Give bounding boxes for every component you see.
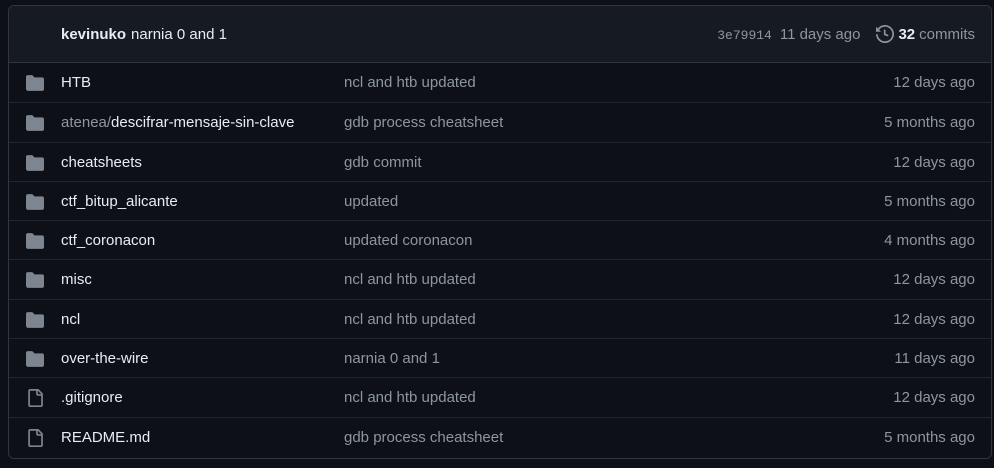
file-name-text[interactable]: ctf_coronacon bbox=[61, 232, 155, 249]
file-name-text[interactable]: over-the-wire bbox=[61, 350, 149, 367]
file-commit-age: 12 days ago bbox=[893, 389, 975, 407]
folder-icon bbox=[25, 154, 45, 172]
file-name-link[interactable]: atenea/descifrar-mensaje-sin-clave bbox=[61, 114, 294, 131]
file-name-link[interactable]: ctf_bitup_alicante bbox=[61, 193, 178, 210]
file-row[interactable]: cheatsheets gdb commit 12 days ago bbox=[9, 141, 991, 181]
file-commit-message-link[interactable]: updated coronacon bbox=[344, 232, 472, 249]
file-commit-age: 4 months ago bbox=[884, 232, 975, 250]
commit-count: 32 bbox=[898, 25, 916, 43]
file-row[interactable]: .gitignore ncl and htb updated 12 days ago bbox=[9, 377, 991, 416]
file-commit-message-link[interactable]: gdb commit bbox=[344, 154, 422, 171]
file-row[interactable]: ncl ncl and htb updated 12 days ago bbox=[9, 298, 991, 338]
folder-icon bbox=[25, 114, 45, 132]
file-name-link[interactable]: .gitignore bbox=[61, 389, 123, 406]
file-commit-age: 12 days ago bbox=[893, 74, 975, 91]
file-name-link[interactable]: ctf_coronacon bbox=[61, 232, 155, 249]
file-name-link[interactable]: misc bbox=[61, 271, 92, 288]
file-commit-message-link[interactable]: gdb process cheatsheet bbox=[344, 114, 503, 131]
commit-author-link[interactable]: kevinuko bbox=[61, 26, 126, 43]
file-commit-age: 12 days ago bbox=[893, 153, 975, 171]
file-commit-message-link[interactable]: gdb process cheatsheet bbox=[344, 429, 503, 446]
file-list: HTB ncl and htb updated 12 days ago atenea/… bbox=[9, 63, 991, 456]
file-name-text[interactable]: .gitignore bbox=[61, 389, 123, 406]
commit-message-link[interactable]: narnia 0 and 1 bbox=[131, 26, 227, 43]
file-name-text[interactable]: descifrar-mensaje-sin-clave bbox=[111, 114, 294, 131]
file-name-text[interactable]: cheatsheets bbox=[61, 154, 142, 171]
commit-age: 11 days ago bbox=[779, 25, 861, 43]
file-row[interactable]: misc ncl and htb updated 12 days ago bbox=[9, 259, 991, 298]
latest-commit-bar: kevinuko narnia 0 and 1 3e79914 11 days … bbox=[9, 6, 991, 63]
commits-label: commits bbox=[919, 25, 975, 43]
file-name-link[interactable]: over-the-wire bbox=[61, 350, 149, 367]
file-commit-age: 5 months ago bbox=[884, 192, 975, 210]
folder-icon bbox=[25, 271, 45, 289]
file-name-text[interactable]: HTB bbox=[61, 74, 91, 91]
file-commit-message-link[interactable]: narnia 0 and 1 bbox=[344, 350, 440, 367]
file-name-link[interactable]: cheatsheets bbox=[61, 154, 142, 171]
file-commit-message-link[interactable]: updated bbox=[344, 193, 398, 210]
file-row[interactable]: atenea/descifrar-mensaje-sin-clave gdb pr… bbox=[9, 102, 991, 141]
file-commit-message-link[interactable]: ncl and htb updated bbox=[344, 271, 476, 288]
file-row[interactable]: over-the-wire narnia 0 and 1 11 days ago bbox=[9, 338, 991, 377]
file-commit-age: 5 months ago bbox=[884, 114, 975, 132]
file-commit-message-link[interactable]: ncl and htb updated bbox=[344, 389, 476, 406]
file-name-text[interactable]: ctf_bitup_alicante bbox=[61, 193, 178, 210]
history-icon bbox=[876, 25, 895, 43]
commits-link[interactable]: 32 commits bbox=[876, 25, 975, 43]
file-icon bbox=[25, 428, 45, 447]
file-name-link[interactable]: HTB bbox=[61, 74, 91, 91]
file-row[interactable]: ctf_coronacon updated coronacon 4 months a… bbox=[9, 220, 991, 259]
folder-icon bbox=[25, 311, 45, 329]
file-commit-message-link[interactable]: ncl and htb updated bbox=[344, 311, 476, 328]
file-row[interactable]: README.md gdb process cheatsheet 5 months … bbox=[9, 416, 991, 456]
file-row[interactable]: HTB ncl and htb updated 12 days ago bbox=[9, 63, 991, 102]
commit-sha-link[interactable]: 3e79914 bbox=[717, 28, 772, 43]
folder-icon bbox=[25, 74, 45, 92]
file-browser: kevinuko narnia 0 and 1 3e79914 11 days … bbox=[8, 5, 992, 459]
folder-icon bbox=[25, 232, 45, 250]
file-commit-age: 5 months ago bbox=[884, 428, 975, 446]
folder-icon bbox=[25, 350, 45, 368]
file-name-text[interactable]: README.md bbox=[61, 429, 150, 446]
file-row[interactable]: ctf_bitup_alicante updated 5 months ago bbox=[9, 180, 991, 220]
file-name-link[interactable]: README.md bbox=[61, 429, 150, 446]
file-name-text[interactable]: misc bbox=[61, 271, 92, 288]
file-name-prefix[interactable]: atenea/ bbox=[61, 114, 111, 131]
file-commit-age: 12 days ago bbox=[893, 310, 975, 328]
file-name-text[interactable]: ncl bbox=[61, 311, 80, 328]
file-commit-message-link[interactable]: ncl and htb updated bbox=[344, 74, 476, 91]
file-commit-age: 12 days ago bbox=[893, 271, 975, 289]
folder-icon bbox=[25, 193, 45, 211]
file-icon bbox=[25, 389, 45, 408]
file-name-link[interactable]: ncl bbox=[61, 311, 80, 328]
file-commit-age: 11 days ago bbox=[894, 350, 975, 368]
